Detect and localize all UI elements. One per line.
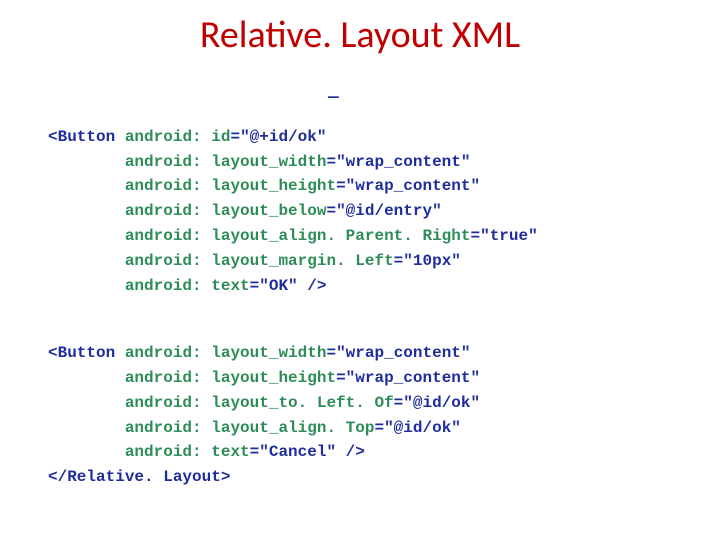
line-end: </Relative. Layout>: [48, 468, 230, 486]
line-b1-ml: android: layout_margin. Left="10px": [48, 252, 461, 270]
stray-underscore: _: [328, 78, 339, 99]
line-b2-lh: android: layout_height="wrap_content": [48, 369, 480, 387]
line-b1-apr: android: layout_align. Parent. Right="tr…: [48, 227, 538, 245]
line-b1-lb: android: layout_below="@id/entry": [48, 202, 442, 220]
line-b1-lh: android: layout_height="wrap_content": [48, 177, 480, 195]
line-b1-open: <Button android: id="@+id/ok": [48, 128, 326, 146]
line-b2-at: android: layout_align. Top="@id/ok": [48, 419, 461, 437]
slide-title: Relative. Layout XML: [0, 12, 720, 58]
line-b1-lw: android: layout_width="wrap_content": [48, 153, 470, 171]
code-block: <Button android: id="@+id/ok" android: l…: [48, 100, 668, 490]
line-b2-open: <Button android: layout_width="wrap_cont…: [48, 344, 471, 362]
line-b1-txt: android: text="OK" />: [48, 277, 326, 295]
slide: Relative. Layout XML _ <Button android: …: [0, 0, 720, 540]
line-b2-tlo: android: layout_to. Left. Of="@id/ok": [48, 394, 480, 412]
line-b2-txt: android: text="Cancel" />: [48, 443, 365, 461]
